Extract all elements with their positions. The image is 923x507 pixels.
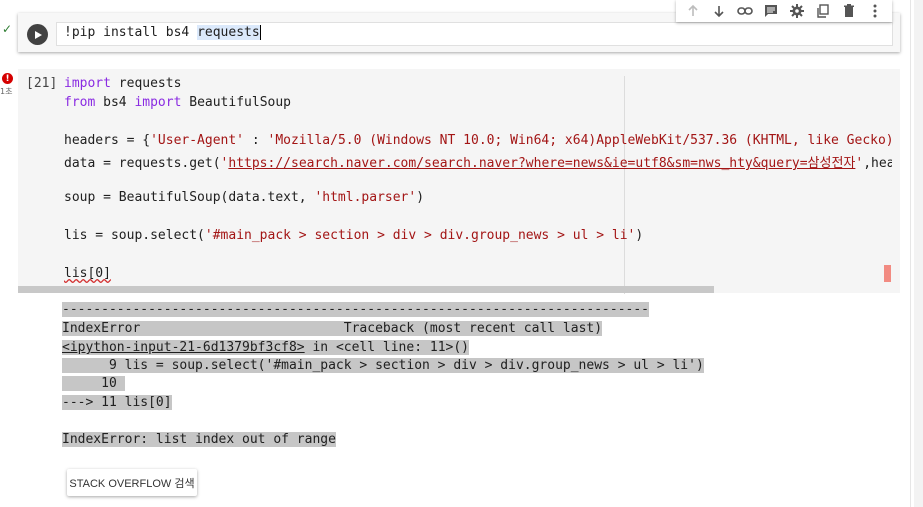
comment-icon — [765, 5, 777, 17]
output-error-header: IndexError Traceback (most recent call l… — [62, 321, 603, 336]
traceback-source-link[interactable]: <ipython-input-21-6d1379bf3cf8> — [62, 340, 305, 355]
panel-divider — [910, 0, 911, 507]
output-traceback-line-9: 9 lis = soup.select('#main_pack > sectio… — [62, 358, 704, 373]
selected-text: requests — [197, 25, 260, 40]
execution-time: 1초 — [0, 87, 13, 96]
code-line-pip: !pip install bs4 requests — [64, 25, 261, 40]
arrow-up-icon — [688, 4, 698, 16]
code-line-11: lis[0] — [64, 266, 111, 281]
play-icon — [34, 30, 42, 39]
code-line-2: from bs4 import BeautifulSoup — [64, 95, 291, 110]
code-line-4: headers = {'User-Agent' : 'Mozilla/5.0 (… — [64, 133, 892, 148]
cell-toolbar — [676, 0, 892, 22]
code-line-5: data = requests.get('https://search.nave… — [64, 156, 892, 171]
gear-icon — [790, 4, 804, 18]
link-icon — [737, 7, 753, 15]
output-traceback-location: <ipython-input-21-6d1379bf3cf8> in <cell… — [62, 340, 470, 355]
horizontal-scrollbar[interactable] — [18, 286, 714, 293]
settings-button[interactable] — [788, 2, 806, 20]
error-icon: ! — [2, 73, 13, 84]
code-line-9: lis = soup.select('#main_pack > section … — [64, 228, 644, 243]
code-line-7: soup = BeautifulSoup(data.text, 'html.pa… — [64, 190, 425, 205]
error-marker — [884, 265, 891, 282]
comment-button[interactable] — [762, 2, 780, 20]
run-cell-button[interactable] — [27, 24, 48, 45]
stack-overflow-search-button[interactable]: STACK OVERFLOW 검색 — [67, 469, 197, 496]
trash-icon — [844, 4, 854, 17]
output-traceback-line-10: 10 — [62, 376, 125, 391]
more-vert-icon — [873, 4, 877, 18]
move-down-button[interactable] — [710, 2, 728, 20]
more-options-button[interactable] — [866, 2, 884, 20]
execution-count: [21] — [26, 76, 58, 91]
search-url-link[interactable]: https://search.naver.com/search.naver?wh… — [228, 156, 855, 171]
code-line-1: import requests — [64, 76, 182, 91]
output-error-message: IndexError: list index out of range — [62, 432, 336, 447]
mirror-cell-button[interactable] — [814, 2, 832, 20]
output-traceback-line-11: ---> 11 lis[0] — [62, 395, 172, 410]
vertical-scrollbar[interactable] — [914, 0, 923, 507]
mirror-icon — [817, 4, 829, 18]
arrow-down-icon — [714, 6, 724, 18]
move-up-button[interactable] — [684, 2, 702, 20]
line-length-ruler — [624, 76, 625, 294]
link-cell-button[interactable] — [736, 2, 754, 20]
success-check-icon: ✓ — [2, 22, 13, 36]
delete-cell-button[interactable] — [840, 2, 858, 20]
output-dashes: ----------------------------------------… — [62, 302, 649, 317]
